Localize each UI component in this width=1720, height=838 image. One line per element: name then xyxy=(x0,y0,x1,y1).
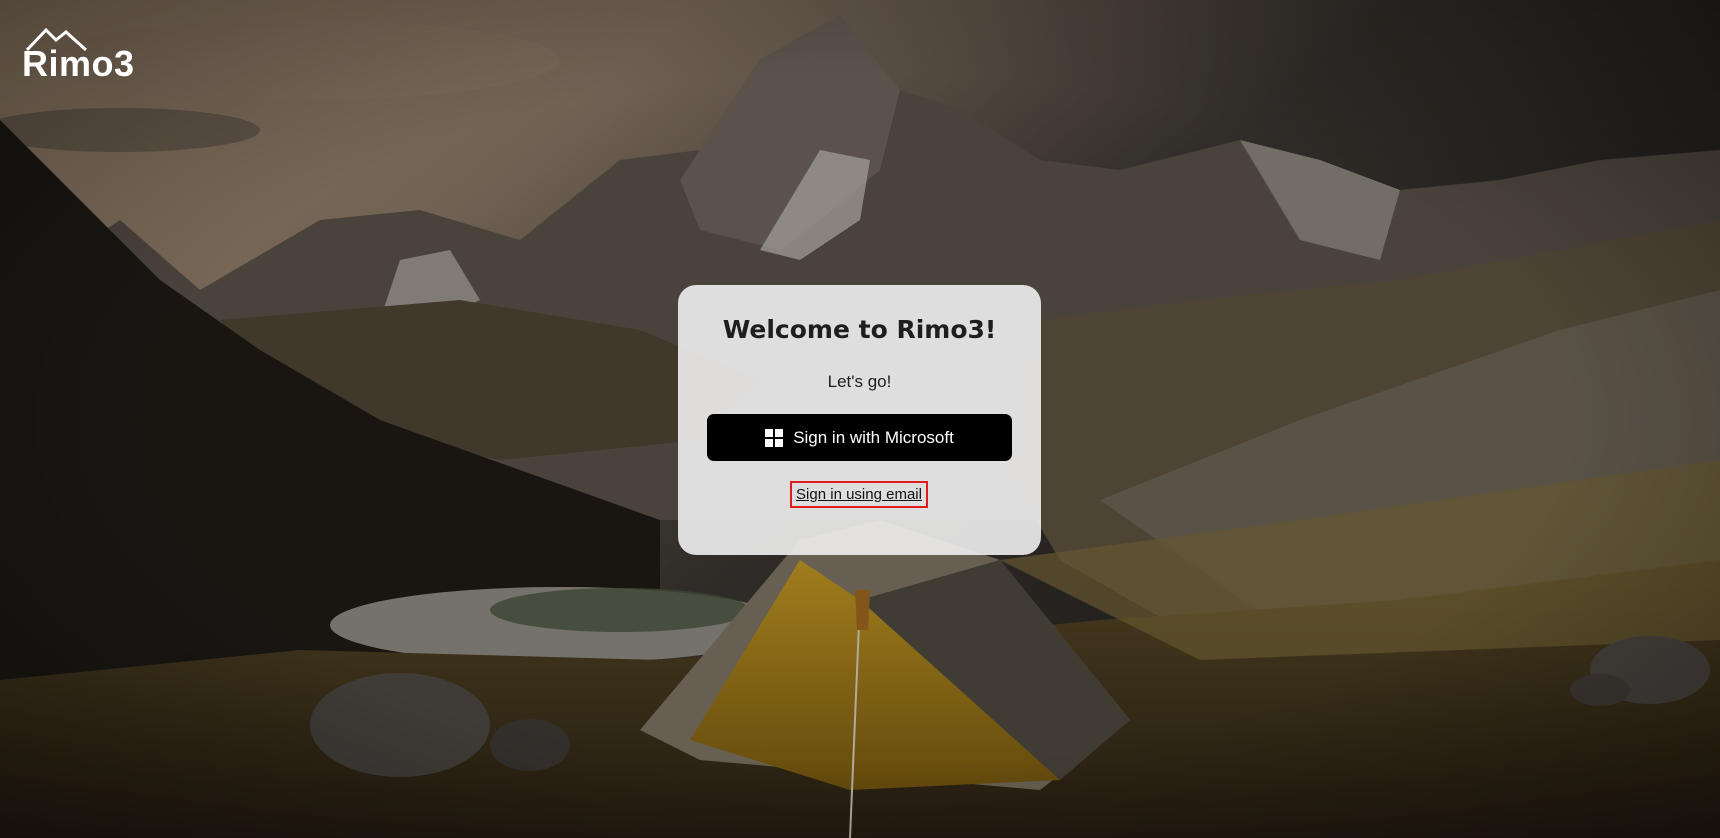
sign-in-email-link[interactable]: Sign in using email xyxy=(790,481,928,508)
sign-in-microsoft-label: Sign in with Microsoft xyxy=(793,427,954,447)
welcome-card: Welcome to Rimo3! Let's go! Sign in with… xyxy=(678,285,1041,555)
welcome-subtitle: Let's go! xyxy=(827,372,892,391)
sign-in-microsoft-button[interactable]: Sign in with Microsoft xyxy=(707,414,1012,461)
logo-text: Rimo3 xyxy=(22,43,135,84)
login-page: Rimo3 Welcome to Rimo3! Let's go! Sign i… xyxy=(0,0,1720,838)
windows-logo-icon xyxy=(765,428,784,447)
rimo3-logo[interactable]: Rimo3 xyxy=(22,26,146,86)
page-title: Welcome to Rimo3! xyxy=(722,315,997,344)
